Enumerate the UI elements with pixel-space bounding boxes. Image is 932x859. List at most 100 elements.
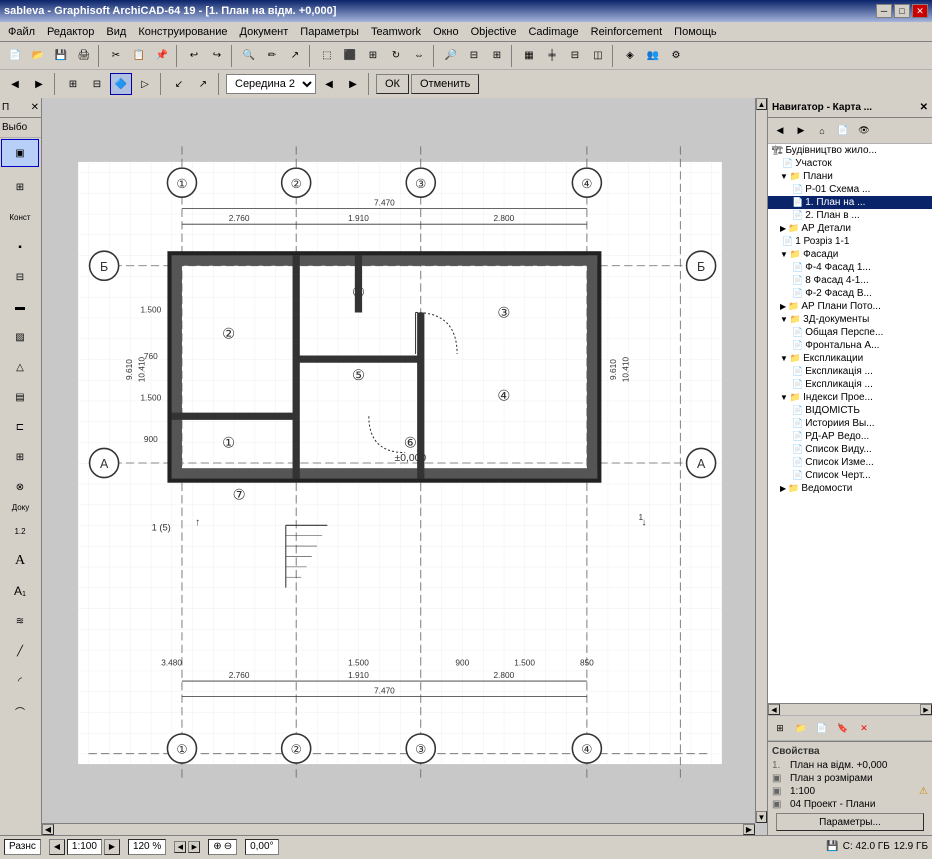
stretch-button[interactable]: ⬛ [339, 45, 361, 67]
zoom-icon2[interactable]: ⊖ [224, 841, 232, 852]
tree-item[interactable]: 📄2. План в ... [768, 209, 932, 222]
zoom-window-tool[interactable]: ⊞ [1, 173, 39, 201]
snap2-btn[interactable]: ↙ [168, 73, 190, 95]
tree-item[interactable]: ▼📁Експликации [768, 352, 932, 365]
label2-tool[interactable]: A₁ [1, 577, 39, 605]
h-scroll-right[interactable]: ▶ [920, 704, 932, 715]
copy-button[interactable]: 📋 [128, 45, 150, 67]
find-button[interactable]: 🔍 [238, 45, 260, 67]
menu-editor[interactable]: Редактор [41, 24, 100, 40]
scroll-h-thumb[interactable] [54, 824, 743, 835]
h-scroll-left[interactable]: ◀ [768, 704, 780, 715]
tree-item[interactable]: ▼📁Фасади [768, 248, 932, 261]
section-button[interactable]: ╪ [541, 45, 563, 67]
tree-item[interactable]: 📄Фронтальна А... [768, 339, 932, 352]
menu-construct[interactable]: Конструирование [132, 24, 233, 40]
status-next-btn[interactable]: ▶ [104, 839, 120, 855]
status-zoom-prev[interactable]: ◀ [174, 841, 186, 853]
label-tool[interactable]: Конст [1, 203, 39, 231]
v-scrollbar[interactable]: ▲ ▼ [755, 98, 767, 823]
active-tool-btn[interactable]: 🔷 [110, 73, 132, 95]
scroll-down-btn[interactable]: ▼ [756, 811, 767, 823]
tree-item[interactable]: 📄1. План на ... [768, 196, 932, 209]
maximize-button[interactable]: □ [894, 4, 910, 18]
menu-cadimage[interactable]: Cadimage [522, 24, 584, 40]
menu-file[interactable]: Файл [2, 24, 41, 40]
menu-view[interactable]: Вид [100, 24, 132, 40]
slab-tool[interactable]: ▨ [1, 323, 39, 351]
fill-tool[interactable]: ≋ [1, 607, 39, 635]
tree-item[interactable]: 📄Список Изме... [768, 456, 932, 469]
line-tool[interactable]: ╱ [1, 637, 39, 665]
close-button[interactable]: ✕ [912, 4, 928, 18]
tree-item[interactable]: 📄Ф-4 Фасад 1... [768, 261, 932, 274]
detail-button[interactable]: ◫ [587, 45, 609, 67]
prev-btn[interactable]: ◀ [318, 73, 340, 95]
nav-h-scroll[interactable]: ◀ ▶ [768, 703, 932, 715]
left-panel-close[interactable]: ✕ [31, 102, 39, 113]
arrow-left-btn[interactable]: ◀ [4, 73, 26, 95]
tree-item[interactable]: ▼📁Індекси Прое... [768, 391, 932, 404]
tree-item[interactable]: ▶📁АР Детали [768, 222, 932, 235]
status-prev-btn[interactable]: ◀ [49, 839, 65, 855]
open-button[interactable]: 📂 [27, 45, 49, 67]
arrow-right-btn[interactable]: ▶ [28, 73, 50, 95]
scroll-thumb[interactable] [756, 110, 767, 811]
scroll-right-btn[interactable]: ▶ [743, 824, 755, 835]
rotate-button[interactable]: ↻ [385, 45, 407, 67]
column-tool[interactable]: ⊟ [1, 263, 39, 291]
select-tool[interactable]: ▣ [1, 139, 39, 167]
menu-help[interactable]: Помощь [668, 24, 723, 40]
ok-button[interactable]: ОК [376, 74, 409, 94]
guide-btn[interactable]: ⊟ [86, 73, 108, 95]
tree-item[interactable]: ▼📁3Д-документы [768, 313, 932, 326]
nav-doc-btn[interactable]: 📄 [833, 121, 853, 141]
tree-item[interactable]: ▶📁АР Плани Пото... [768, 300, 932, 313]
tree-item[interactable]: 🏗Будівництво жило... [768, 144, 932, 157]
tool2-btn[interactable]: ▷ [134, 73, 156, 95]
tree-item[interactable]: 📄Список Виду... [768, 443, 932, 456]
layer-button[interactable]: ⊟ [463, 45, 485, 67]
menu-params[interactable]: Параметры [294, 24, 365, 40]
tree-item[interactable]: 📄8 Фасад 4-1... [768, 274, 932, 287]
zoom-icon1[interactable]: ⊕ [213, 841, 221, 852]
tree-item[interactable]: 📄РД-АР Ведо... [768, 430, 932, 443]
params-button[interactable]: Параметры... [776, 813, 924, 831]
tree-item[interactable]: 📄Общая Перспе... [768, 326, 932, 339]
text-tool[interactable]: A [1, 547, 39, 575]
menu-document[interactable]: Документ [234, 24, 295, 40]
new-button[interactable]: 📄 [4, 45, 26, 67]
select-button[interactable]: ⬚ [316, 45, 338, 67]
zoom-in-button[interactable]: 🔎 [440, 45, 462, 67]
nav-icon2-btn[interactable]: 📁 [791, 718, 811, 738]
cut-button[interactable]: ✂ [105, 45, 127, 67]
drawing-area[interactable]: ① ② ③ ④ ① ② ③ ④ Б А Б А [42, 98, 767, 835]
minimize-button[interactable]: ─ [876, 4, 892, 18]
beam-tool[interactable]: ▬ [1, 293, 39, 321]
spline-tool[interactable]: ⌒ [1, 697, 39, 725]
h-scroll-track[interactable] [780, 704, 920, 715]
tree-item[interactable]: 📄Список Черт... [768, 469, 932, 482]
menu-window[interactable]: Окно [427, 24, 465, 40]
nav-icon4-btn[interactable]: 🔖 [833, 718, 853, 738]
save-button[interactable]: 💾 [50, 45, 72, 67]
elevation-button[interactable]: ⊟ [564, 45, 586, 67]
object-tool[interactable]: ⊗ [1, 473, 39, 501]
teamwork-btn[interactable]: 👥 [642, 45, 664, 67]
menu-teamwork[interactable]: Teamwork [365, 24, 427, 40]
tree-item[interactable]: ▼📁Плани [768, 170, 932, 183]
wall-tool[interactable]: ▪ [1, 233, 39, 261]
cancel-button[interactable]: Отменить [411, 74, 479, 94]
tree-item[interactable]: 📄Р-01 Схема ... [768, 183, 932, 196]
next-btn[interactable]: ▶ [342, 73, 364, 95]
tree-item[interactable]: 📄Участок [768, 157, 932, 170]
render-button[interactable]: ◈ [619, 45, 641, 67]
pencil-button[interactable]: ✏ [261, 45, 283, 67]
dim-tool[interactable]: 1.2 [1, 517, 39, 545]
grid-button[interactable]: ⊞ [486, 45, 508, 67]
pointer-button[interactable]: ↗ [284, 45, 306, 67]
window-tool[interactable]: ⊞ [1, 443, 39, 471]
nav-back-btn[interactable]: ◀ [770, 121, 790, 141]
status-zoom-next[interactable]: ▶ [188, 841, 200, 853]
mirror-button[interactable]: ⇔ [408, 45, 430, 67]
